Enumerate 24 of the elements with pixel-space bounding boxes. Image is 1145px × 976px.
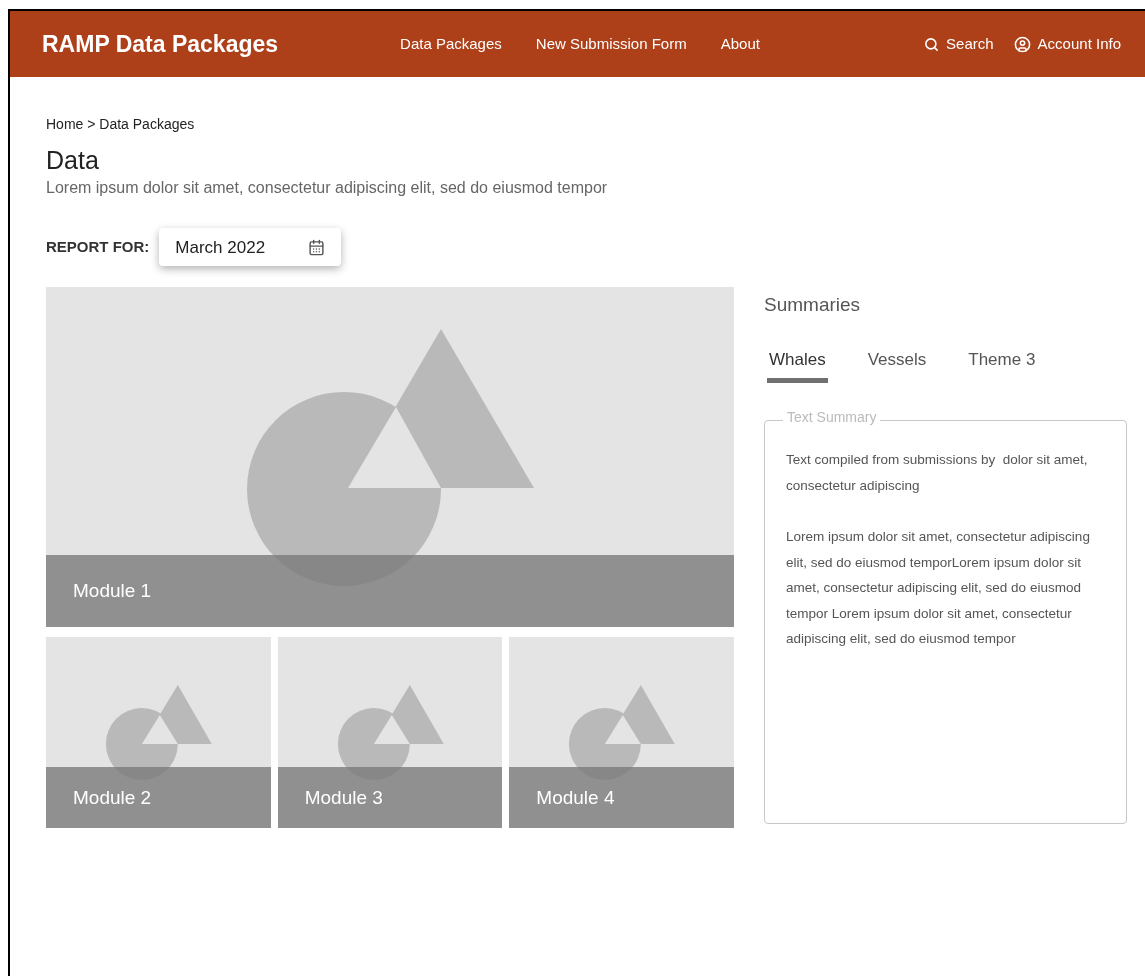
account-link[interactable]: Account Info	[1013, 32, 1121, 56]
account-icon	[1013, 35, 1031, 53]
module-caption: Module 4	[509, 767, 734, 829]
summaries-heading: Summaries	[764, 293, 862, 318]
summary-tab[interactable]: Theme 3	[966, 346, 1038, 384]
date-picker[interactable]: March 2022	[159, 228, 342, 267]
page-subtitle: Lorem ipsum dolor sit amet, consectetur adipiscing elit, sed do eiusmod tempor	[46, 178, 609, 199]
nav-link[interactable]: New Submission Form	[535, 32, 687, 56]
summary-paragraph: Lorem ipsum dolor sit amet, consectetur adipiscing elit, sed do eiusmod temporLorem ipsum dolor sit amet, consectetur adipiscing elit, sed do eiusmod tempor Lorem ipsum dolor sit amet, consectetur adipiscing elit, sed do eiusmod tempor	[786, 528, 1091, 649]
summary-paragraph: Text compiled from submissions by dolor sit amet, consectetur adipiscing	[786, 451, 1089, 495]
module-caption: Module 1	[46, 555, 734, 628]
search-link[interactable]: Search	[924, 32, 994, 56]
search-icon	[924, 36, 940, 52]
report-label: REPORT FOR:	[46, 237, 150, 257]
page-title: Data	[46, 145, 100, 176]
summary-tab[interactable]: Vessels	[865, 346, 929, 384]
nav-link[interactable]: About	[720, 32, 760, 56]
module-caption: Module 3	[277, 767, 503, 829]
module-caption: Module 2	[46, 767, 271, 829]
app-title: RAMP Data Packages	[42, 29, 279, 59]
nav-link[interactable]: Data Packages	[400, 32, 502, 56]
summary-tab[interactable]: Whales	[767, 346, 828, 384]
breadcrumb: Home > Data Packages	[46, 115, 196, 134]
calendar-icon	[308, 238, 326, 256]
